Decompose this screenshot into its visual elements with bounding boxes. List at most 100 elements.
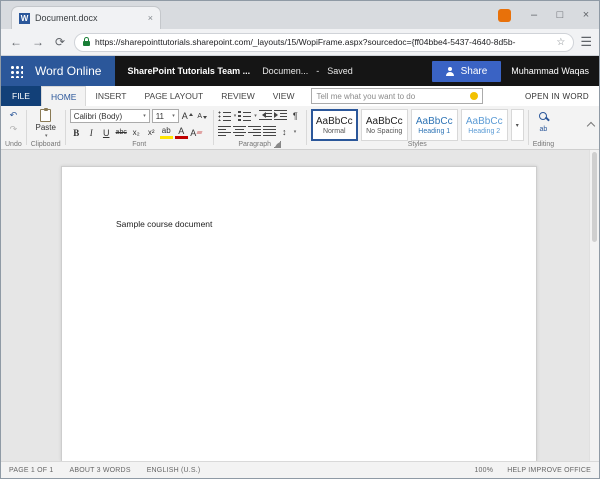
word-file-icon: W [19,12,30,24]
document-text[interactable]: Sample course document [116,219,212,229]
bullets-dropdown-icon[interactable]: ▾ [234,113,237,119]
group-label-editing: Editing [532,141,555,148]
font-size-value: 11 [155,111,165,121]
padlock-icon [83,37,90,46]
tab-review[interactable]: REVIEW [212,86,264,106]
collapse-ribbon-chevron-icon[interactable] [586,121,596,131]
document-canvas[interactable]: Sample course document [1,150,599,461]
style-no-spacing[interactable]: AaBbCc No Spacing [360,109,408,141]
underline-button[interactable]: U [100,126,113,139]
page-count[interactable]: PAGE 1 OF 1 [9,467,53,474]
align-right-icon[interactable] [247,126,261,137]
font-size-dropdown-icon[interactable]: ▾ [172,113,175,119]
decrease-indent-icon[interactable] [258,110,272,121]
browser-profile-avatar[interactable] [498,8,511,22]
redo-button[interactable]: ↷ [7,123,20,136]
browser-tab[interactable]: W Document.docx × [11,6,161,29]
style-name: No Spacing [366,127,403,135]
font-size-combobox[interactable]: 11 ▾ [151,109,179,123]
refresh-icon[interactable]: ⟳ [52,35,68,49]
open-in-word-button[interactable]: OPEN IN WORD [525,92,599,101]
vertical-scrollbar[interactable] [589,150,599,461]
replace-button[interactable]: ab [537,123,550,136]
group-label-clipboard: Clipboard [30,141,61,148]
help-improve-office-link[interactable]: HELP IMPROVE OFFICE [507,467,591,474]
ribbon-group-clipboard: Paste ▾ Clipboard [27,106,65,149]
url-text[interactable]: https://sharepointtutorials.sharepoint.c… [95,37,551,47]
style-name: Normal [322,127,346,135]
line-spacing-button[interactable]: ↕ [278,125,291,138]
highlight-color-button[interactable]: ab [159,126,173,139]
document-name[interactable]: Documen... [262,66,308,76]
find-button[interactable] [537,109,550,122]
share-button[interactable]: Share [431,60,502,82]
style-name: Heading 1 [418,127,451,135]
tab-insert[interactable]: INSERT [86,86,135,106]
increase-indent-icon[interactable] [273,110,287,121]
waffle-icon [9,64,23,78]
window-controls: – □ × [498,1,599,29]
zoom-level[interactable]: 100% [474,467,493,474]
bookmark-star-icon[interactable]: ☆ [556,37,565,48]
subscript-button[interactable]: x₂ [130,126,143,139]
clear-formatting-button[interactable]: A [190,126,203,139]
paste-label: Paste [35,123,56,132]
forward-icon[interactable]: → [30,35,46,49]
style-heading-1[interactable]: AaBbCc Heading 1 [410,109,458,141]
app-name[interactable]: Word Online [31,56,116,86]
site-name-link[interactable]: SharePoint Tutorials Team ... [115,56,262,86]
style-heading-2[interactable]: AaBbCc Heading 2 [460,109,508,141]
document-name-separator: - [316,66,320,76]
tab-close-icon[interactable]: × [148,13,153,23]
italic-button[interactable]: I [85,126,98,139]
strikethrough-button[interactable]: abc [115,126,128,139]
style-preview: AaBbCc [415,115,453,127]
pilcrow-button[interactable]: ¶ [289,109,302,122]
align-left-icon[interactable] [217,126,231,137]
bullets-icon[interactable] [217,110,231,121]
address-bar[interactable]: https://sharepointtutorials.sharepoint.c… [74,32,575,52]
more-styles-button[interactable]: ▾ [510,109,524,141]
scrollbar-thumb[interactable] [592,152,597,242]
grow-font-button[interactable]: A [181,110,194,123]
line-spacing-dropdown-icon[interactable]: ▾ [294,129,297,135]
paste-button[interactable]: Paste ▾ [35,108,56,139]
language[interactable]: ENGLISH (U.S.) [147,467,201,474]
bold-button[interactable]: B [70,126,83,139]
tab-file[interactable]: FILE [1,86,41,106]
save-status: Saved [327,66,353,76]
share-label: Share [460,65,488,77]
browser-menu-icon[interactable]: ☰ [580,34,592,50]
undo-button[interactable]: ↶ [7,109,20,122]
font-name-dropdown-icon[interactable]: ▾ [143,113,146,119]
superscript-button[interactable]: x² [145,126,158,139]
tab-view[interactable]: VIEW [264,86,304,106]
font-name-value: Calibri (Body) [73,111,123,121]
close-button[interactable]: × [573,1,599,29]
back-icon[interactable]: ← [8,35,24,49]
group-label-paragraph: Paragraph [238,141,272,148]
app-launcher-button[interactable] [1,56,31,86]
paste-dropdown-icon[interactable]: ▾ [45,133,48,139]
font-name-combobox[interactable]: Calibri (Body) ▾ [69,109,150,123]
tell-me-input[interactable] [316,91,468,101]
font-color-button[interactable]: A [174,126,188,139]
tab-page-layout[interactable]: PAGE LAYOUT [135,86,212,106]
style-normal[interactable]: AaBbCc Normal [310,109,358,141]
style-preview: AaBbCc [365,115,403,127]
shrink-font-button[interactable]: A [196,110,209,123]
ribbon-group-styles: AaBbCc Normal AaBbCc No Spacing AaBbCc H… [307,106,528,149]
numbering-icon[interactable] [238,110,252,121]
numbering-dropdown-icon[interactable]: ▾ [254,113,257,119]
status-bar: PAGE 1 OF 1 ABOUT 3 WORDS ENGLISH (U.S.)… [1,461,599,478]
minimize-button[interactable]: – [521,1,547,29]
word-count[interactable]: ABOUT 3 WORDS [69,467,130,474]
align-center-icon[interactable] [232,126,246,137]
tell-me-box[interactable] [311,88,484,104]
justify-icon[interactable] [262,126,276,137]
tab-home[interactable]: HOME [40,86,87,106]
maximize-button[interactable]: □ [547,1,573,29]
user-name[interactable]: Muhammad Waqas [501,56,599,86]
paragraph-dialog-launcher-icon[interactable] [274,141,282,148]
document-page[interactable]: Sample course document [61,166,537,461]
